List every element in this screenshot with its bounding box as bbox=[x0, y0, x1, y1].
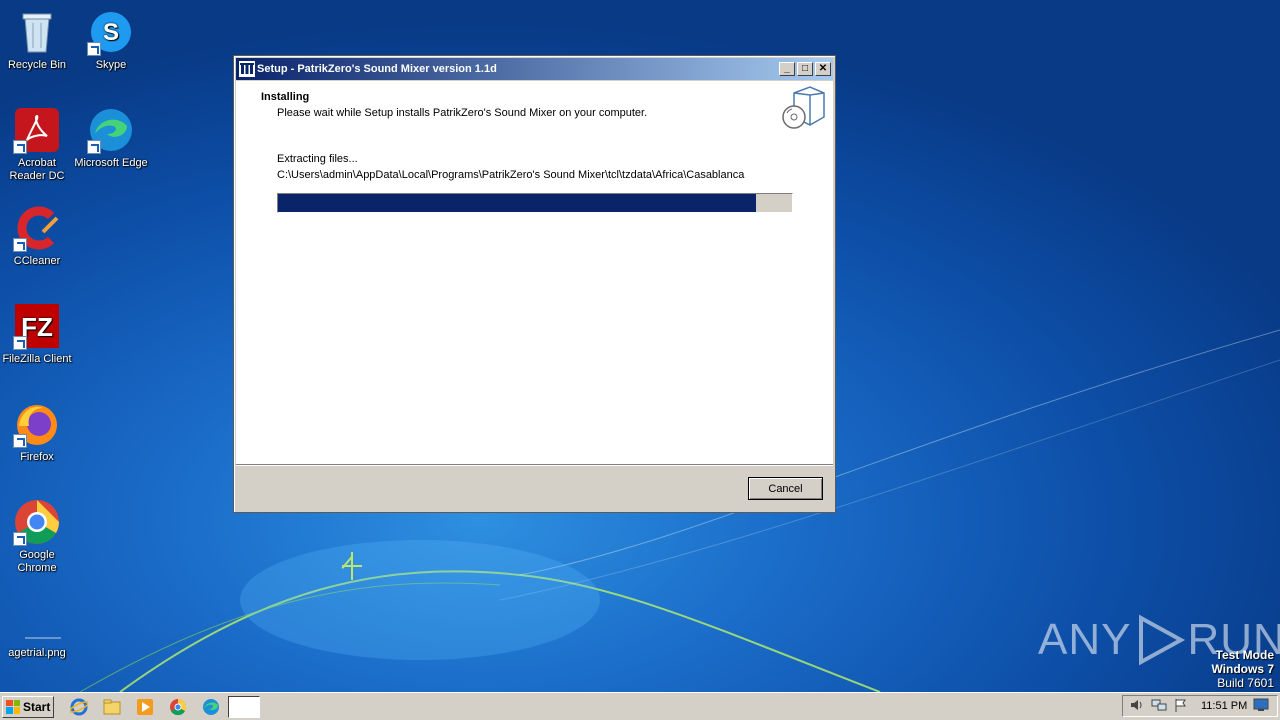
desktop-icon-label: CCleaner bbox=[13, 255, 61, 267]
desktop-icon-label: Recycle Bin bbox=[7, 59, 67, 71]
progress-fill bbox=[278, 194, 757, 212]
desktop-icon-edge[interactable]: Microsoft Edge bbox=[74, 106, 148, 170]
minimize-button[interactable]: _ bbox=[779, 62, 795, 76]
edge-icon bbox=[87, 106, 135, 154]
file-explorer-icon[interactable] bbox=[101, 696, 123, 718]
setup-content-panel: Installing Please wait while Setup insta… bbox=[236, 81, 833, 464]
title-bar[interactable]: Setup - PatrikZero's Sound Mixer version… bbox=[236, 58, 833, 80]
show-desktop-icon[interactable] bbox=[1253, 698, 1269, 715]
shortcut-arrow-icon bbox=[13, 532, 27, 546]
skype-icon: S bbox=[87, 8, 135, 56]
desktop-icon-recycle-bin[interactable]: Recycle Bin bbox=[0, 8, 74, 72]
action-center-flag-icon[interactable] bbox=[1173, 697, 1189, 716]
status-label: Extracting files... bbox=[277, 153, 358, 165]
media-player-icon[interactable] bbox=[134, 696, 156, 718]
status-file-path: C:\Users\admin\AppData\Local\Programs\Pa… bbox=[277, 169, 745, 181]
footer-separator bbox=[236, 464, 833, 466]
desktop-icon-ccleaner[interactable]: CCleaner bbox=[0, 204, 74, 268]
test-mode-line3: Build 7601 bbox=[1217, 676, 1274, 690]
network-icon[interactable] bbox=[1151, 697, 1167, 716]
shortcut-arrow-icon bbox=[13, 140, 27, 154]
shortcut-arrow-icon bbox=[13, 238, 27, 252]
recycle-bin-icon bbox=[13, 8, 61, 56]
desktop-icon-label: Microsoft Edge bbox=[74, 157, 148, 169]
desktop-icon-firefox[interactable]: Firefox bbox=[0, 400, 74, 464]
watermark-text-left: ANY bbox=[1038, 615, 1132, 664]
desktop-icon-filezilla[interactable]: FZ FileZilla Client bbox=[0, 302, 74, 366]
window-title: Setup - PatrikZero's Sound Mixer version… bbox=[257, 63, 497, 75]
test-mode-line2: Windows 7 bbox=[1211, 662, 1274, 676]
start-label: Start bbox=[23, 699, 51, 714]
setup-window[interactable]: Setup - PatrikZero's Sound Mixer version… bbox=[233, 55, 836, 513]
page-title: Installing bbox=[261, 91, 310, 103]
cancel-button[interactable]: Cancel bbox=[748, 477, 823, 500]
svg-text:S: S bbox=[103, 19, 119, 46]
desktop-icon-acrobat[interactable]: Acrobat Reader DC bbox=[0, 106, 74, 183]
page-subtitle: Please wait while Setup installs PatrikZ… bbox=[277, 107, 648, 119]
ccleaner-icon bbox=[13, 204, 61, 252]
taskbar-window-button[interactable] bbox=[228, 695, 260, 718]
desktop-icon-chrome[interactable]: Google Chrome bbox=[0, 498, 74, 575]
shortcut-arrow-icon bbox=[13, 336, 27, 350]
chrome-taskbar-icon[interactable] bbox=[167, 696, 189, 718]
install-progress-bar bbox=[277, 193, 793, 213]
desktop-icon-label: Acrobat Reader DC bbox=[9, 157, 65, 182]
desktop-icon-label: agetrial.png bbox=[8, 647, 66, 659]
image-file-icon bbox=[13, 596, 73, 644]
maximize-button[interactable]: □ bbox=[797, 62, 813, 76]
clock[interactable]: 11:51 PM bbox=[1201, 700, 1247, 712]
chrome-icon bbox=[13, 498, 61, 546]
volume-icon[interactable] bbox=[1129, 697, 1145, 716]
desktop-icon-label: FileZilla Client bbox=[2, 353, 72, 365]
firefox-icon bbox=[13, 400, 61, 448]
shortcut-arrow-icon bbox=[13, 434, 27, 448]
desktop-icon-label: Skype bbox=[95, 59, 127, 71]
internet-explorer-icon[interactable] bbox=[68, 696, 90, 718]
shortcut-arrow-icon bbox=[87, 140, 101, 154]
desktop-icon-label: Firefox bbox=[20, 451, 54, 463]
desktop-icon-label: Google Chrome bbox=[17, 549, 57, 574]
edge-taskbar-icon[interactable] bbox=[200, 696, 222, 718]
test-mode-notice: Test Mode Windows 7 Build 7601 bbox=[1211, 648, 1274, 690]
filezilla-icon: FZ bbox=[13, 302, 61, 350]
start-button[interactable]: Start bbox=[2, 695, 54, 718]
desktop-icon-skype[interactable]: S Skype bbox=[74, 8, 148, 72]
system-tray: 11:51 PM bbox=[1122, 695, 1278, 717]
close-button[interactable]: ✕ bbox=[815, 62, 831, 76]
taskbar: Start 11:51 PM bbox=[0, 692, 1280, 720]
desktop-icon-agetrial[interactable]: agetrial.png bbox=[0, 596, 74, 660]
installer-box-icon bbox=[780, 83, 828, 133]
setup-app-icon bbox=[239, 61, 255, 77]
windows-logo-icon bbox=[6, 699, 20, 714]
play-logo-icon bbox=[1139, 614, 1186, 666]
acrobat-icon bbox=[13, 106, 61, 154]
quick-launch bbox=[68, 696, 222, 718]
shortcut-arrow-icon bbox=[87, 42, 101, 56]
test-mode-line1: Test Mode bbox=[1215, 648, 1274, 662]
